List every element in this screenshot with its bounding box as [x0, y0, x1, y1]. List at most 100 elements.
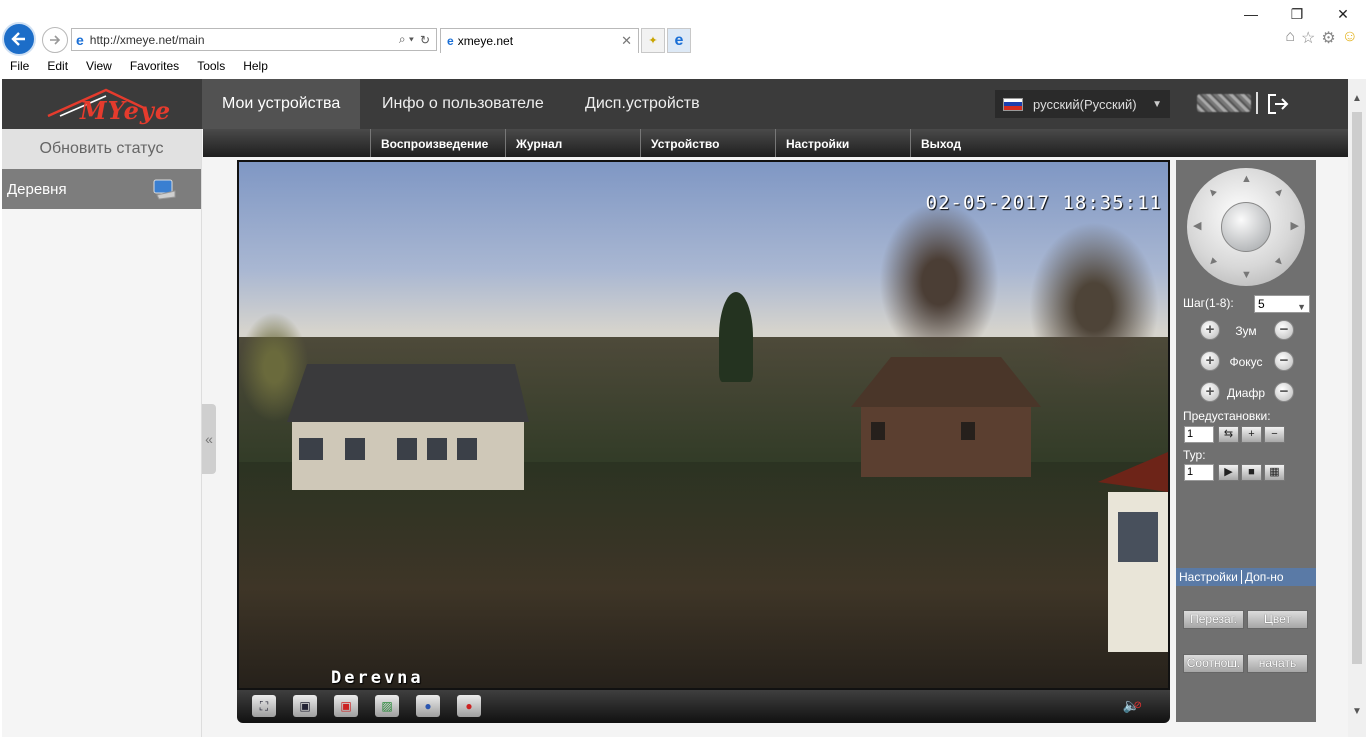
settings-gear-icon[interactable]: ⚙ [1321, 28, 1335, 48]
nav-device-manager[interactable]: Дисп.устройств [565, 79, 720, 129]
browser-chrome: e http://xmeye.net/main ⌕ ▾ ↻ e xmeye.ne… [0, 0, 1366, 78]
video-log-house [851, 357, 1041, 477]
tour-stop-button[interactable]: ■ [1241, 464, 1262, 481]
arrow-up-left-icon[interactable]: ▲ [1204, 184, 1220, 200]
russian-flag-icon [1003, 97, 1023, 111]
arrow-down-right-icon[interactable]: ▼ [1271, 254, 1287, 270]
fullscreen-button[interactable]: ⛶ [252, 695, 276, 717]
record-button[interactable]: ● [416, 695, 440, 717]
subnav-settings[interactable]: Настройки [775, 129, 910, 157]
browser-tools: ⌂ ☆ ⚙ ☺ [1285, 28, 1358, 48]
iris-close-button[interactable]: − [1274, 382, 1294, 402]
menu-tools[interactable]: Tools [187, 56, 233, 76]
tour-grid-button[interactable]: ▦ [1264, 464, 1285, 481]
restore-icon[interactable]: ❐ [1274, 0, 1320, 28]
tab-favicon-icon: e [447, 34, 454, 48]
focus-label: Фокус [1229, 355, 1263, 369]
menu-favorites[interactable]: Favorites [120, 56, 187, 76]
start-button[interactable]: начать [1247, 654, 1308, 673]
mute-icon: ⊘ [1133, 700, 1142, 711]
presets-label: Предустановки: [1183, 409, 1271, 423]
subnav-log[interactable]: Журнал [505, 129, 640, 157]
subnav-device[interactable]: Устройство [640, 129, 775, 157]
back-button[interactable] [2, 22, 36, 56]
user-account[interactable] [1197, 94, 1251, 112]
search-icon[interactable]: ⌕ ▾ [399, 32, 414, 47]
subnav-exit[interactable]: Выход [910, 129, 1045, 157]
page-scrollbar[interactable]: ▲ ▼ [1348, 79, 1366, 737]
top-navigation: MYeye Мои устройства Инфо о пользователе… [2, 79, 1348, 129]
nav-my-devices[interactable]: Мои устройства [202, 79, 361, 129]
forward-arrow-icon [50, 35, 61, 45]
collapse-sidebar-handle[interactable]: « [202, 404, 216, 474]
ptz-center-button[interactable] [1221, 202, 1271, 252]
logo[interactable]: MYeye [42, 82, 170, 126]
new-tab-button[interactable]: ✦ [641, 28, 665, 53]
favorites-star-icon[interactable]: ☆ [1301, 28, 1315, 48]
arrow-right-icon[interactable]: ▶ [1291, 219, 1299, 232]
aspect-ratio-button[interactable]: Соотнош. [1183, 654, 1244, 673]
scroll-up-icon[interactable]: ▲ [1348, 93, 1366, 110]
arrow-left-icon[interactable]: ◀ [1193, 219, 1201, 232]
menu-view[interactable]: View [76, 56, 120, 76]
arrow-down-left-icon[interactable]: ▼ [1204, 254, 1220, 270]
arrow-down-icon[interactable]: ▼ [1241, 269, 1252, 281]
start-preview-button[interactable]: ▣ [293, 695, 317, 717]
iris-label: Диафр [1226, 386, 1266, 400]
language-select[interactable]: русский(Русский) ▼ [995, 90, 1170, 118]
address-url[interactable]: http://xmeye.net/main [90, 33, 399, 47]
ptz-control-panel: ▲ ▼ ◀ ▶ ▲ ▲ ▼ ▼ Шаг(1-8): 5 ▼ + Зум − + … [1176, 160, 1316, 722]
menu-help[interactable]: Help [233, 56, 276, 76]
arrow-up-right-icon[interactable]: ▲ [1271, 184, 1287, 200]
ptz-joystick[interactable]: ▲ ▼ ◀ ▶ ▲ ▲ ▼ ▼ [1187, 168, 1305, 286]
address-bar[interactable]: e http://xmeye.net/main ⌕ ▾ ↻ [71, 28, 437, 51]
tour-input[interactable]: 1 [1184, 464, 1214, 481]
close-tab-icon[interactable]: ✕ [621, 33, 632, 49]
tab-settings[interactable]: Настройки [1176, 568, 1241, 586]
color-button[interactable]: Цвет [1247, 610, 1308, 629]
zoom-out-button[interactable]: − [1274, 320, 1294, 340]
divider [1256, 92, 1258, 114]
forward-button[interactable] [42, 27, 68, 53]
refresh-icon[interactable]: ↻ [420, 33, 430, 47]
scroll-thumb[interactable] [1352, 112, 1362, 664]
focus-far-button[interactable]: − [1274, 351, 1294, 371]
refresh-status-button[interactable]: Обновить статус [2, 129, 201, 169]
step-value: 5 [1258, 297, 1265, 311]
minimize-icon[interactable]: — [1228, 0, 1274, 28]
logo-text: MYeye [80, 96, 172, 125]
tab-title: xmeye.net [457, 34, 514, 48]
arrow-up-icon[interactable]: ▲ [1241, 173, 1252, 185]
back-arrow-icon [11, 32, 25, 46]
nav-user-info[interactable]: Инфо о пользователе [362, 79, 564, 129]
menu-file[interactable]: File [0, 56, 37, 76]
live-video-view[interactable]: 02-05-2017 18:35:11 Derevna [237, 160, 1170, 690]
close-window-icon[interactable]: ✕ [1320, 0, 1366, 28]
dvr-device-icon [153, 179, 176, 200]
browser-tab[interactable]: e xmeye.net ✕ [440, 28, 639, 53]
chevron-down-icon: ▼ [1152, 98, 1162, 110]
video-house [287, 364, 529, 490]
preset-goto-button[interactable]: ⇆ [1218, 426, 1239, 443]
preset-remove-button[interactable]: − [1264, 426, 1285, 443]
stop-record-button[interactable]: ● [457, 695, 481, 717]
home-icon[interactable]: ⌂ [1285, 28, 1295, 48]
preset-input[interactable]: 1 [1184, 426, 1214, 443]
tab-extra[interactable]: Доп-но [1242, 568, 1287, 586]
video-camera-label: Derevna [331, 668, 424, 688]
smiley-feedback-icon[interactable]: ☺ [1342, 28, 1358, 48]
tour-play-button[interactable]: ▶ [1218, 464, 1239, 481]
scroll-down-icon[interactable]: ▼ [1348, 706, 1366, 723]
stop-preview-button[interactable]: ▣ [334, 695, 358, 717]
xmeye-app: MYeye Мои устройства Инфо о пользователе… [2, 79, 1348, 737]
snapshot-button[interactable]: ▨ [375, 695, 399, 717]
logout-icon[interactable] [1266, 92, 1290, 116]
preset-add-button[interactable]: + [1241, 426, 1262, 443]
ie-tab-icon[interactable]: e [667, 28, 691, 53]
camera-stop-icon: ● [465, 699, 473, 713]
step-select[interactable]: 5 ▼ [1254, 295, 1310, 313]
menu-edit[interactable]: Edit [37, 56, 76, 76]
subnav-playback[interactable]: Воспроизведение [370, 129, 505, 157]
reboot-button[interactable]: Перезаг. [1183, 610, 1244, 629]
device-item[interactable]: Деревня [2, 169, 201, 209]
